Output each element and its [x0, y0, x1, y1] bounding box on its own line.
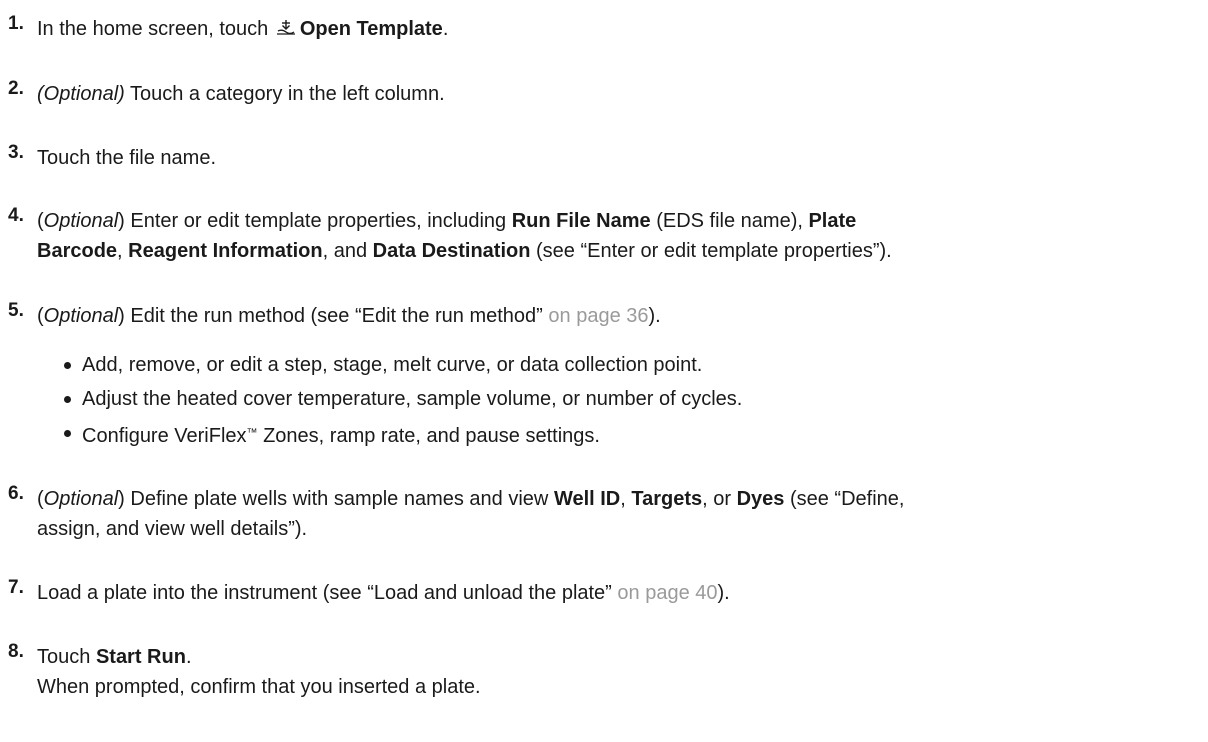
step-text-part: (	[37, 210, 44, 232]
bullet-text: Configure VeriFlex™ Zones, ramp rate, an…	[82, 418, 600, 451]
step-number: 6.	[8, 483, 24, 504]
step-text-part: .	[185, 646, 192, 668]
step-number: 4.	[8, 205, 24, 226]
step-text-line: assign, and view well details”).	[37, 518, 308, 540]
step-text-part: In the home screen, touch	[37, 18, 269, 40]
bullet-text-part: Configure VeriFlex	[82, 425, 247, 447]
step-text: Touch the file name.	[37, 147, 216, 169]
step-text-part: ) Define plate wells with sample names a…	[118, 488, 554, 510]
step-text-line: When prompted, confirm that you inserted…	[37, 676, 481, 698]
step-number: 1.	[8, 13, 24, 34]
well-id-label: Well ID	[553, 488, 621, 510]
step-text: (Optional) Edit the run method (see “Edi…	[37, 301, 1200, 331]
instruction-page: 1. In the home screen, touch Open Templa…	[0, 0, 1208, 742]
bullet-dot	[64, 362, 71, 369]
step-text-part: ).	[648, 305, 661, 327]
open-template-icon	[276, 20, 295, 35]
page-40-link[interactable]: on page 40	[617, 582, 717, 604]
optional-label: Optional	[43, 305, 119, 327]
step-text-part: (	[37, 488, 44, 510]
step-text-part: ) Enter or edit template properties, inc…	[118, 210, 512, 232]
bullet-text-part: Zones, ramp rate, and pause settings.	[257, 425, 600, 447]
step-text: (Optional) Define plate wells with sampl…	[37, 484, 1200, 544]
dyes-label: Dyes	[736, 488, 785, 510]
targets-label: Targets	[631, 488, 703, 510]
plate-label: Plate	[808, 210, 857, 232]
step-text-part: ).	[717, 582, 730, 604]
bullet-text: Adjust the heated cover temperature, sam…	[82, 388, 743, 410]
start-run-label: Start Run	[95, 646, 186, 668]
step-text-part: Touch	[37, 646, 96, 668]
step-text-part: (see “Define,	[784, 488, 905, 510]
step-number: 5.	[8, 300, 24, 321]
step-number: 8.	[8, 641, 24, 662]
step-text: (Optional) Enter or edit template proper…	[37, 206, 1200, 266]
bullet-dot	[64, 430, 71, 437]
step-number: 3.	[8, 142, 24, 163]
step-text-part: , or	[702, 488, 737, 510]
run-file-name-label: Run File Name	[511, 210, 651, 232]
step-text-part: .	[442, 18, 449, 40]
reagent-information-label: Reagent Information	[128, 240, 323, 262]
barcode-label: Barcode	[37, 240, 118, 262]
step-number: 2.	[8, 78, 24, 99]
step-text-part: Touch a category in the left column.	[124, 83, 445, 105]
step-text: In the home screen, touch Open Template.	[37, 14, 1200, 44]
optional-label: Optional	[43, 488, 119, 510]
step-text-part: ,	[620, 488, 632, 510]
step-text: (Optional) Touch a category in the left …	[37, 79, 1200, 109]
step-text-part: ,	[117, 240, 129, 262]
open-template-label: Open Template	[299, 18, 443, 40]
step-text: Touch Start Run. When prompted, confirm …	[37, 642, 1200, 702]
step-text-part: , and	[322, 240, 373, 262]
step-number: 7.	[8, 577, 24, 598]
optional-label: Optional	[43, 210, 119, 232]
data-destination-label: Data Destination	[372, 240, 531, 262]
bullet-text: Add, remove, or edit a step, stage, melt…	[82, 354, 703, 376]
step-text-part: (	[37, 305, 44, 327]
step-text: Load a plate into the instrument (see “L…	[37, 578, 1200, 608]
step-text-part: ) Edit the run method (see “Edit the run…	[118, 305, 549, 327]
step-text-part: (see “Enter or edit template properties”…	[530, 240, 892, 262]
trademark-symbol: ™	[246, 427, 258, 439]
bullet-dot	[64, 396, 71, 403]
page-36-link[interactable]: on page 36	[548, 305, 648, 327]
optional-label: (Optional)	[37, 83, 125, 105]
step-text-part: (EDS file name),	[650, 210, 809, 232]
step-text-part: Load a plate into the instrument (see “L…	[37, 582, 618, 604]
